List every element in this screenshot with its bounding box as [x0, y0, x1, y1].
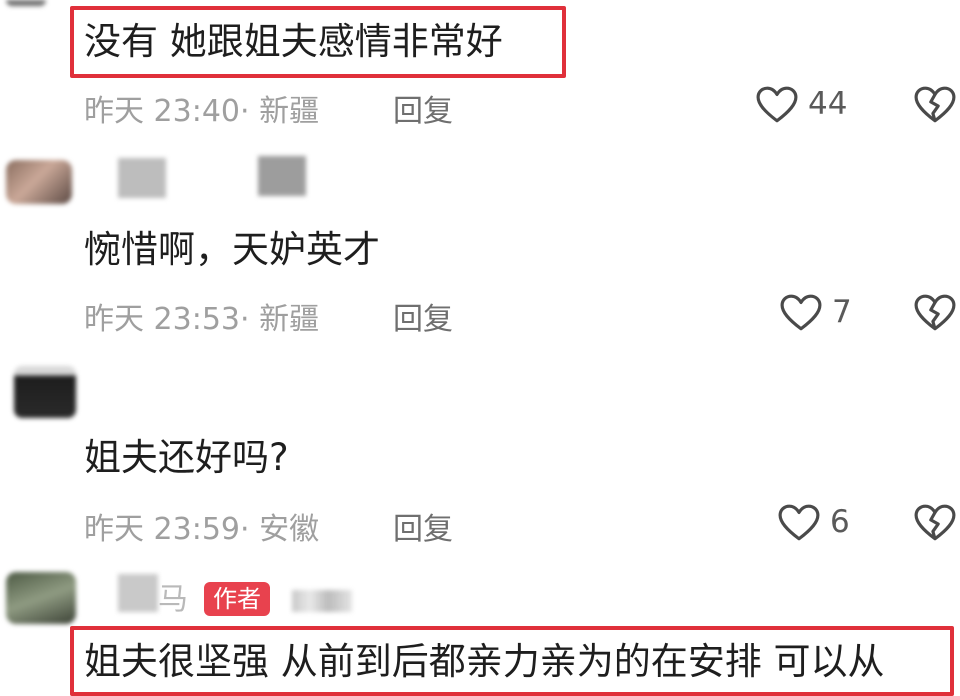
- like-count: 6: [830, 504, 850, 540]
- ip-location-blurred: [292, 590, 352, 612]
- heart-icon[interactable]: [778, 504, 820, 542]
- comment-meta: 昨天 23:53· 新疆: [84, 302, 320, 337]
- username[interactable]: [258, 156, 306, 196]
- heart-icon[interactable]: [780, 294, 822, 332]
- heart-icon[interactable]: [756, 86, 798, 124]
- avatar-partial[interactable]: [6, 0, 46, 6]
- comment-text: 姐夫很坚强 从前到后都亲力亲为的在安排 可以从: [84, 640, 885, 683]
- author-badge: 作者: [204, 582, 270, 616]
- broken-heart-icon[interactable]: [914, 504, 956, 542]
- broken-heart-icon[interactable]: [914, 86, 956, 124]
- comment-meta: 昨天 23:40· 新疆: [84, 94, 320, 129]
- username[interactable]: [118, 158, 166, 198]
- reply-button[interactable]: 回复: [393, 504, 453, 548]
- comment-meta: 昨天 23:59· 安徽: [84, 512, 320, 547]
- reply-button[interactable]: 回复: [393, 294, 453, 338]
- broken-heart-icon[interactable]: [914, 294, 956, 332]
- avatar[interactable]: [6, 572, 76, 624]
- username-blurred[interactable]: [118, 574, 158, 612]
- reply-button[interactable]: 回复: [393, 86, 453, 130]
- username[interactable]: 马: [158, 574, 188, 618]
- like-count: 44: [808, 86, 848, 122]
- avatar[interactable]: [14, 366, 76, 418]
- avatar[interactable]: [6, 160, 72, 204]
- comment-text: 惋惜啊，天妒英才: [84, 228, 380, 271]
- comment-text: 没有 她跟姐夫感情非常好: [84, 20, 503, 63]
- comment-text: 姐夫还好吗?: [84, 436, 289, 479]
- like-count: 7: [832, 294, 852, 330]
